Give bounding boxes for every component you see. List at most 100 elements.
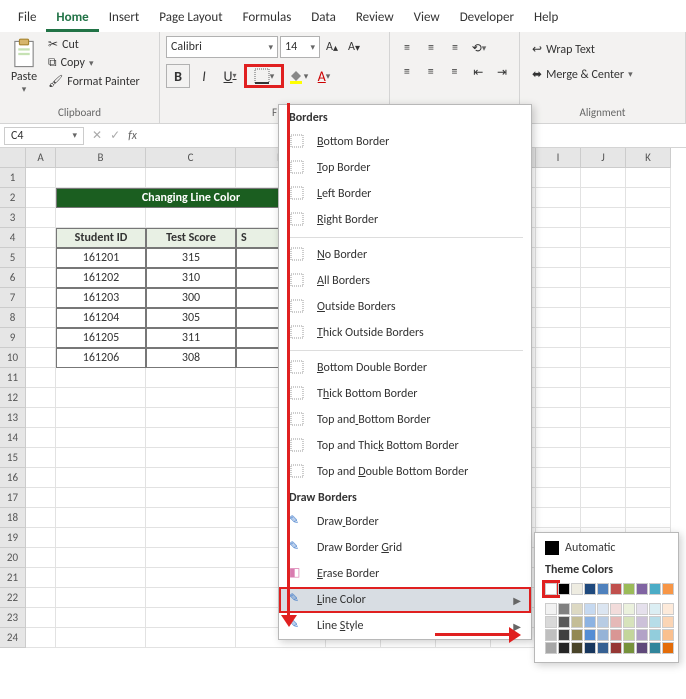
cell[interactable] <box>536 208 581 228</box>
cell[interactable] <box>581 508 626 528</box>
color-swatch[interactable] <box>623 603 635 615</box>
cell[interactable] <box>581 268 626 288</box>
cell[interactable] <box>146 628 236 648</box>
cell[interactable] <box>26 268 56 288</box>
color-swatch[interactable] <box>636 603 648 615</box>
cell[interactable] <box>56 368 146 388</box>
row-header[interactable]: 16 <box>0 468 26 488</box>
cell[interactable] <box>56 508 146 528</box>
cell[interactable] <box>26 348 56 368</box>
cell[interactable] <box>26 588 56 608</box>
data-cell[interactable]: 311 <box>146 328 236 348</box>
select-all-corner[interactable] <box>0 148 26 168</box>
color-swatch[interactable] <box>610 583 622 595</box>
cell[interactable] <box>56 588 146 608</box>
cell[interactable] <box>56 608 146 628</box>
cell[interactable] <box>26 188 56 208</box>
align-center-button[interactable]: ≡ <box>420 62 442 82</box>
cell[interactable] <box>536 328 581 348</box>
cell[interactable] <box>536 308 581 328</box>
row-header[interactable]: 14 <box>0 428 26 448</box>
cell[interactable] <box>26 528 56 548</box>
cell[interactable] <box>626 508 671 528</box>
paste-button[interactable]: Paste▾ <box>6 36 42 97</box>
cell[interactable] <box>581 328 626 348</box>
cell[interactable] <box>581 448 626 468</box>
data-cell[interactable]: 300 <box>146 288 236 308</box>
color-swatch[interactable] <box>545 629 557 641</box>
cell[interactable] <box>581 308 626 328</box>
font-color-button[interactable]: A▾ <box>312 64 336 88</box>
font-name-select[interactable]: Calibri▾ <box>166 36 278 58</box>
data-cell[interactable]: 315 <box>146 248 236 268</box>
increase-font-icon[interactable]: A▴ <box>322 37 342 57</box>
color-swatch[interactable] <box>649 603 661 615</box>
border-menu-item[interactable]: Top and Double Bottom Border <box>279 459 531 485</box>
cell[interactable] <box>536 488 581 508</box>
increase-indent-button[interactable]: ⇥ <box>491 62 513 82</box>
row-header[interactable]: 15 <box>0 448 26 468</box>
cell[interactable] <box>26 388 56 408</box>
cell[interactable] <box>26 368 56 388</box>
cell[interactable] <box>26 328 56 348</box>
cell[interactable] <box>26 628 56 648</box>
bold-button[interactable]: B <box>166 64 190 88</box>
cell[interactable] <box>626 168 671 188</box>
border-menu-item[interactable]: Right Border <box>279 207 531 233</box>
cell[interactable] <box>581 488 626 508</box>
fx-cancel-icon[interactable]: ✕ <box>88 128 106 143</box>
cell[interactable] <box>26 248 56 268</box>
cell[interactable] <box>56 628 146 648</box>
border-menu-item[interactable]: Top and Thick Bottom Border <box>279 433 531 459</box>
wrap-text-button[interactable]: ↩Wrap Text <box>530 40 675 59</box>
color-swatch[interactable] <box>571 629 583 641</box>
color-swatch[interactable] <box>597 583 609 595</box>
align-left-button[interactable]: ≡ <box>396 62 418 82</box>
color-swatch[interactable] <box>584 616 596 628</box>
row-header[interactable]: 23 <box>0 608 26 628</box>
cell[interactable] <box>146 528 236 548</box>
color-swatch[interactable] <box>610 642 622 654</box>
decrease-indent-button[interactable]: ⇤ <box>467 62 489 82</box>
cell[interactable] <box>26 568 56 588</box>
border-menu-item[interactable]: Thick Bottom Border <box>279 381 531 407</box>
cell[interactable] <box>56 548 146 568</box>
cut-button[interactable]: ✂Cut <box>46 36 142 53</box>
menu-file[interactable]: File <box>8 4 46 32</box>
border-menu-item[interactable]: ✎Line Color▶ <box>279 587 531 613</box>
menu-page-layout[interactable]: Page Layout <box>149 4 232 32</box>
border-menu-item[interactable]: ✎Line Style▶ <box>279 613 531 639</box>
row-header[interactable]: 18 <box>0 508 26 528</box>
color-swatch[interactable] <box>584 583 596 595</box>
cell[interactable] <box>56 428 146 448</box>
cell[interactable] <box>581 288 626 308</box>
cell[interactable] <box>581 428 626 448</box>
color-swatch[interactable] <box>610 603 622 615</box>
color-swatch[interactable] <box>571 583 583 595</box>
fx-icon[interactable]: fx <box>128 129 137 143</box>
cell[interactable] <box>26 208 56 228</box>
row-header[interactable]: 10 <box>0 348 26 368</box>
cell[interactable] <box>536 428 581 448</box>
menu-help[interactable]: Help <box>524 4 568 32</box>
border-menu-item[interactable]: Left Border <box>279 181 531 207</box>
name-box[interactable]: C4▾ <box>4 127 84 145</box>
col-header[interactable]: J <box>581 148 626 168</box>
menu-home[interactable]: Home <box>46 4 98 32</box>
color-swatch[interactable] <box>662 616 674 628</box>
color-swatch[interactable] <box>649 583 661 595</box>
cell[interactable] <box>26 288 56 308</box>
row-header[interactable]: 24 <box>0 628 26 648</box>
align-right-button[interactable]: ≡ <box>444 62 466 82</box>
font-size-select[interactable]: 14▾ <box>280 36 320 58</box>
color-swatch[interactable] <box>623 629 635 641</box>
col-header[interactable]: A <box>26 148 56 168</box>
color-swatch[interactable] <box>558 583 570 595</box>
border-menu-item[interactable]: ◧Erase Border <box>279 561 531 587</box>
cell[interactable] <box>26 308 56 328</box>
cell[interactable] <box>626 388 671 408</box>
color-swatch[interactable] <box>571 603 583 615</box>
cell[interactable] <box>56 568 146 588</box>
border-menu-item[interactable]: ✎Draw Border <box>279 509 531 535</box>
col-header[interactable]: I <box>536 148 581 168</box>
